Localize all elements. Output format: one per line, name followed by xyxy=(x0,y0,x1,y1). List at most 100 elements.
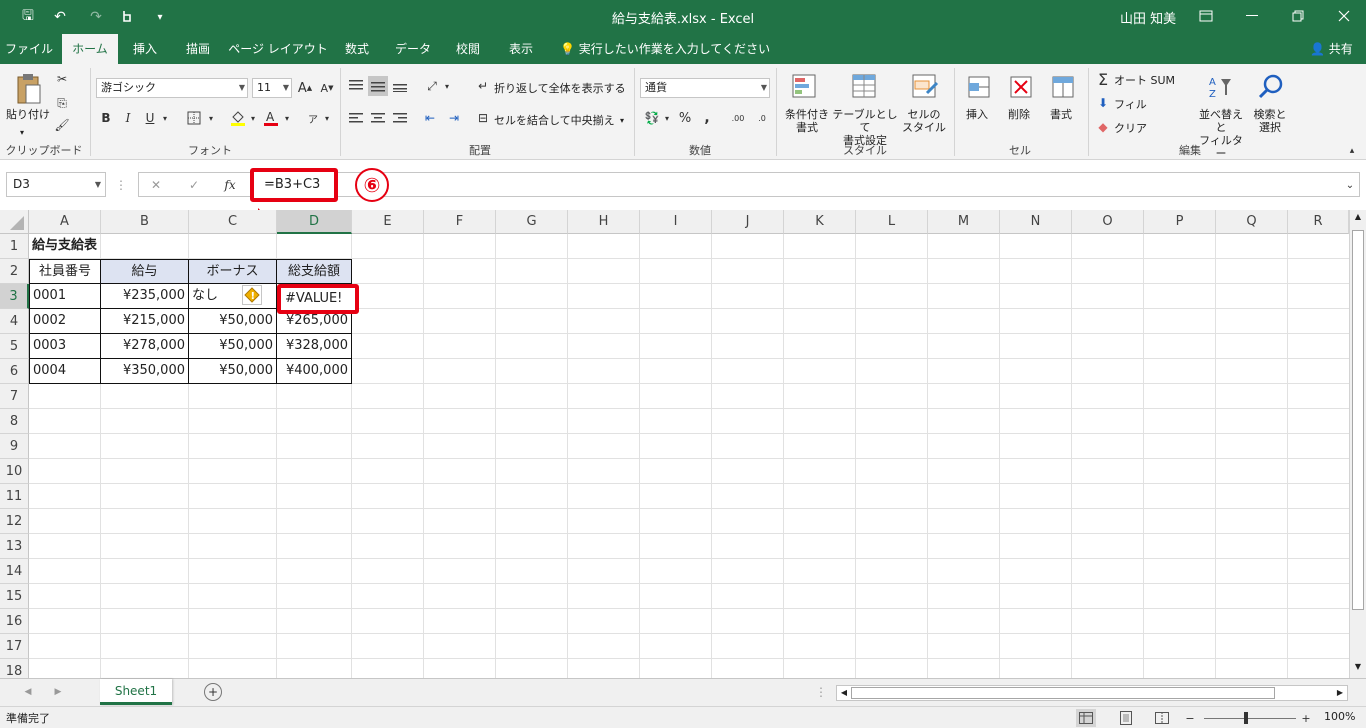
format-painter-icon[interactable]: 🖌 xyxy=(52,116,72,134)
sheet-tab-sheet1[interactable]: Sheet1 xyxy=(100,679,172,705)
restore-icon[interactable] xyxy=(1278,4,1318,28)
column-header-d[interactable]: D xyxy=(277,210,352,234)
wrap-text-icon[interactable]: ↵ xyxy=(474,76,492,96)
page-break-view-icon[interactable] xyxy=(1152,709,1172,727)
increase-decimal-icon[interactable]: .00 xyxy=(728,108,748,128)
align-left-icon[interactable] xyxy=(346,108,366,128)
delete-cells-icon[interactable] xyxy=(1006,72,1036,102)
column-header-n[interactable]: N xyxy=(1000,210,1072,234)
conditional-formatting-button[interactable]: 条件付き 書式 xyxy=(782,108,832,134)
scroll-up-icon[interactable]: ▲ xyxy=(1352,212,1364,226)
cell-c4[interactable]: ¥50,000 xyxy=(189,309,277,334)
select-all-corner[interactable] xyxy=(0,210,29,234)
increase-indent-icon[interactable]: ⇥ xyxy=(444,108,464,128)
column-header-i[interactable]: I xyxy=(640,210,712,234)
find-select-button[interactable]: 検索と 選択 xyxy=(1250,108,1290,134)
zoom-slider-track[interactable] xyxy=(1204,718,1296,719)
tab-formulas[interactable]: 数式 xyxy=(334,34,380,64)
phonetic-dropdown-icon[interactable]: ▾ xyxy=(322,108,332,128)
number-format-combo[interactable]: 通貨 ▼ xyxy=(640,78,770,98)
column-header-k[interactable]: K xyxy=(784,210,856,234)
split-handle-icon[interactable]: ⋮ xyxy=(815,683,827,701)
cell-c6[interactable]: ¥50,000 xyxy=(189,359,277,384)
add-sheet-icon[interactable]: + xyxy=(204,683,222,701)
zoom-out-icon[interactable]: − xyxy=(1182,709,1198,727)
tab-draw[interactable]: 描画 xyxy=(174,34,222,64)
column-header-p[interactable]: P xyxy=(1144,210,1216,234)
row-header-9[interactable]: 9 xyxy=(0,434,29,459)
comma-button[interactable]: , xyxy=(698,108,716,128)
align-top-icon[interactable] xyxy=(346,76,366,96)
column-header-r[interactable]: R xyxy=(1288,210,1349,234)
row-header-17[interactable]: 17 xyxy=(0,634,29,659)
autosum-icon[interactable]: Σ xyxy=(1094,70,1112,89)
italic-button[interactable]: I xyxy=(120,108,136,128)
format-as-table-icon[interactable] xyxy=(850,72,880,102)
decrease-font-icon[interactable]: A ▼ xyxy=(318,78,336,98)
find-select-icon[interactable] xyxy=(1256,72,1286,102)
insert-cells-button[interactable]: 挿入 xyxy=(966,108,988,121)
cell-styles-icon[interactable] xyxy=(910,72,940,102)
row-header-5[interactable]: 5 xyxy=(0,334,29,359)
collapse-ribbon-icon[interactable]: ▴ xyxy=(1344,144,1360,158)
vertical-scroll-thumb[interactable] xyxy=(1352,230,1364,610)
row-header-7[interactable]: 7 xyxy=(0,384,29,409)
tab-file[interactable]: ファイル xyxy=(0,34,58,64)
name-box[interactable]: D3 ▼ xyxy=(6,172,106,197)
merge-dropdown-icon[interactable]: ▾ xyxy=(620,114,624,127)
align-middle-icon[interactable] xyxy=(368,76,388,96)
row-header-1[interactable]: 1 xyxy=(0,234,29,259)
row-header-18[interactable]: 18 xyxy=(0,659,29,678)
column-header-q[interactable]: Q xyxy=(1216,210,1288,234)
clear-eraser-icon[interactable]: ◆ xyxy=(1094,118,1112,136)
row-header-4[interactable]: 4 xyxy=(0,309,29,334)
paste-icon[interactable] xyxy=(14,72,44,108)
cell-a5[interactable]: 0003 xyxy=(29,334,101,359)
row-header-13[interactable]: 13 xyxy=(0,534,29,559)
fill-down-icon[interactable]: ⬇ xyxy=(1094,94,1112,112)
column-header-a[interactable]: A xyxy=(29,210,101,234)
orientation-dropdown-icon[interactable]: ▾ xyxy=(442,76,452,96)
scroll-right-icon[interactable]: ▶ xyxy=(1334,686,1346,700)
tab-home[interactable]: ホーム xyxy=(62,34,118,64)
font-size-combo[interactable]: 11 ▼ xyxy=(252,78,292,98)
cell-a6[interactable]: 0004 xyxy=(29,359,101,384)
tab-insert[interactable]: 挿入 xyxy=(122,34,168,64)
error-warning-icon[interactable]: ! xyxy=(242,285,262,305)
header-cell-total[interactable]: 総支給額 xyxy=(277,259,352,284)
cell-d6[interactable]: ¥400,000 xyxy=(277,359,352,384)
sort-filter-icon[interactable]: AZ xyxy=(1206,72,1236,102)
row-header-11[interactable]: 11 xyxy=(0,484,29,509)
delete-cells-button[interactable]: 削除 xyxy=(1008,108,1030,121)
insert-function-icon[interactable]: fx xyxy=(219,175,241,195)
cell-b6[interactable]: ¥350,000 xyxy=(101,359,189,384)
row-header-15[interactable]: 15 xyxy=(0,584,29,609)
tab-data[interactable]: データ xyxy=(388,34,438,64)
fill-color-icon[interactable] xyxy=(228,108,248,128)
merge-center-icon[interactable]: ⊟ xyxy=(474,108,492,128)
close-icon[interactable] xyxy=(1324,4,1364,28)
column-header-j[interactable]: J xyxy=(712,210,784,234)
wrap-text-button[interactable]: 折り返して全体を表示する xyxy=(494,82,626,95)
tab-review[interactable]: 校閲 xyxy=(446,34,490,64)
fill-color-dropdown-icon[interactable]: ▾ xyxy=(248,108,258,128)
row-header-10[interactable]: 10 xyxy=(0,459,29,484)
row-header-12[interactable]: 12 xyxy=(0,509,29,534)
vertical-scrollbar[interactable]: ▲ ▼ xyxy=(1349,210,1366,678)
percent-button[interactable]: % xyxy=(676,108,694,128)
column-header-c[interactable]: C xyxy=(189,210,277,234)
align-center-icon[interactable] xyxy=(368,108,388,128)
tab-view[interactable]: 表示 xyxy=(498,34,544,64)
accounting-format-icon[interactable]: 💱 xyxy=(640,108,664,128)
row-header-16[interactable]: 16 xyxy=(0,609,29,634)
font-color-dropdown-icon[interactable]: ▾ xyxy=(282,108,292,128)
column-header-b[interactable]: B xyxy=(101,210,189,234)
underline-dropdown-icon[interactable]: ▾ xyxy=(160,108,170,128)
header-cell-salary[interactable]: 給与 xyxy=(101,259,189,284)
cell-c3[interactable]: なし xyxy=(189,284,277,309)
error-cell-highlight[interactable]: #VALUE! xyxy=(277,284,359,314)
align-bottom-icon[interactable] xyxy=(390,76,410,96)
cell-c5[interactable]: ¥50,000 xyxy=(189,334,277,359)
row-header-6[interactable]: 6 xyxy=(0,359,29,384)
insert-cells-icon[interactable] xyxy=(964,72,994,102)
